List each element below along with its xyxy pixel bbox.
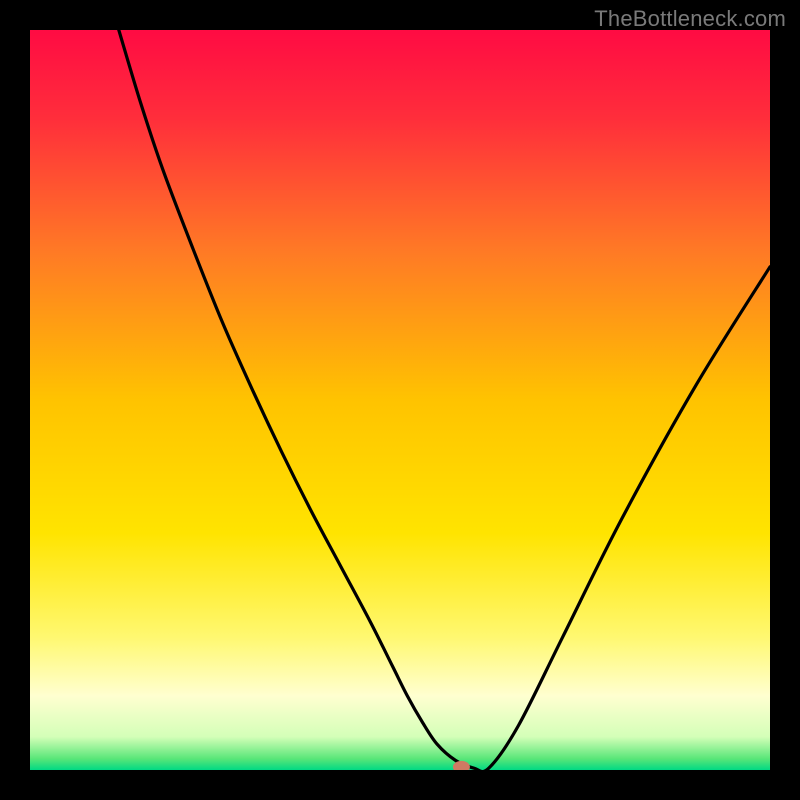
watermark-text: TheBottleneck.com [594,6,786,32]
chart-container: TheBottleneck.com [0,0,800,800]
plot-area [30,30,770,770]
bottleneck-chart-svg [30,30,770,770]
gradient-background [30,30,770,770]
